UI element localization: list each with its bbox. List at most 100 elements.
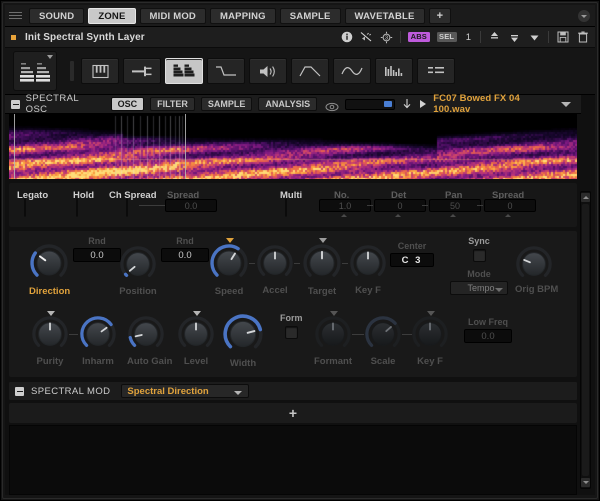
tab-sample[interactable]: SAMPLE xyxy=(280,8,341,24)
playhead-marker[interactable] xyxy=(185,114,186,179)
chevron-down-icon[interactable] xyxy=(561,102,571,107)
polyphony-icon[interactable]: 3 xyxy=(380,31,393,44)
knob-dial[interactable] xyxy=(29,243,70,283)
sample-filename[interactable]: FC07 Bowed FX 04 100.wav xyxy=(433,93,555,115)
knob-dial[interactable] xyxy=(31,315,69,353)
knob-label: Orig BPM xyxy=(515,284,558,295)
knob-inharm[interactable]: Inharm xyxy=(79,315,117,367)
knob-dial[interactable] xyxy=(302,243,342,283)
lfo-wave-icon[interactable] xyxy=(333,58,371,84)
spectral-bars-icon[interactable] xyxy=(165,58,203,84)
collapse-icon[interactable] xyxy=(15,387,24,396)
knob-key-f[interactable]: Key F xyxy=(349,244,387,296)
knob-width[interactable]: Width xyxy=(222,313,264,369)
rnd-position-field[interactable]: 0.0 xyxy=(161,248,209,262)
knob-dial[interactable] xyxy=(256,244,294,282)
tab-filter[interactable]: FILTER xyxy=(150,97,195,111)
mute-icon[interactable] xyxy=(360,31,373,44)
knob-dial[interactable] xyxy=(119,245,157,283)
knob-dial[interactable] xyxy=(314,315,352,353)
mod-matrix-icon[interactable] xyxy=(417,58,455,84)
mode-select[interactable]: Tempo xyxy=(450,281,508,295)
tab-mapping[interactable]: MAPPING xyxy=(210,8,276,24)
hamburger-icon[interactable] xyxy=(9,10,23,22)
chevron-down-icon[interactable] xyxy=(578,10,590,22)
knob-formant[interactable]: Formant xyxy=(314,315,352,367)
knob-dial[interactable] xyxy=(515,245,558,283)
play-icon[interactable] xyxy=(419,99,427,109)
tab-wavetable[interactable]: WAVETABLE xyxy=(345,8,425,24)
knob-scale[interactable]: Scale xyxy=(364,315,402,367)
knob-dial[interactable] xyxy=(364,315,402,353)
scroll-down-icon[interactable] xyxy=(581,478,590,487)
transpose-up-icon[interactable] xyxy=(488,31,501,44)
trash-icon[interactable] xyxy=(576,31,589,44)
knob-label: Width xyxy=(222,358,264,369)
tab-osc[interactable]: OSC xyxy=(111,97,145,111)
center-field[interactable]: C 3 xyxy=(390,253,434,267)
status-badge-abs[interactable]: ABS xyxy=(408,32,429,42)
knob-position[interactable]: Position xyxy=(119,245,157,297)
knob-direction[interactable]: Direction xyxy=(29,243,70,297)
ch-spread-checkbox[interactable] xyxy=(126,198,128,217)
zone-overview-icon[interactable] xyxy=(13,51,57,91)
rnd-position-group: Rnd 0.0 xyxy=(161,236,209,262)
spread-field[interactable]: 0.0 xyxy=(165,199,217,212)
tab-sound[interactable]: SOUND xyxy=(29,8,84,24)
hold-checkbox[interactable] xyxy=(76,198,78,217)
knob-dial[interactable] xyxy=(222,313,264,355)
tab-midi-mod[interactable]: MIDI MOD xyxy=(140,8,206,24)
multi-det-field[interactable]: 0 xyxy=(374,199,426,212)
amplifier-icon[interactable] xyxy=(249,58,287,84)
scroll-up-icon[interactable] xyxy=(581,193,590,202)
knob-orig-bpm[interactable]: Orig BPM xyxy=(515,245,558,295)
load-sample-icon[interactable] xyxy=(403,99,411,110)
step-modulator-icon[interactable] xyxy=(375,58,413,84)
multi-no-field[interactable]: 1.0 xyxy=(319,199,371,212)
knob-key-f-2[interactable]: Key F xyxy=(411,315,449,367)
legato-checkbox[interactable] xyxy=(24,198,26,217)
knob-dial[interactable] xyxy=(79,315,117,353)
tab-zone[interactable]: ZONE xyxy=(88,8,135,24)
vertical-scrollbar[interactable] xyxy=(580,191,591,489)
envelope-icon[interactable] xyxy=(207,58,245,84)
multi-checkbox[interactable] xyxy=(285,198,287,217)
knob-dial[interactable] xyxy=(349,244,387,282)
knob-purity[interactable]: Purity xyxy=(31,315,69,367)
rnd-direction-field[interactable]: 0.0 xyxy=(73,248,121,262)
spectral-mod-select[interactable]: Spectral Direction xyxy=(121,384,249,398)
knob-auto-gain[interactable]: Auto Gain xyxy=(127,315,172,367)
layer-value[interactable]: 1 xyxy=(464,32,473,43)
knob-dial[interactable] xyxy=(127,315,172,353)
knob-speed[interactable]: Speed xyxy=(209,243,249,297)
tuning-fork-icon[interactable] xyxy=(123,58,161,84)
spectrogram-display[interactable] xyxy=(9,114,577,179)
knob-dial[interactable] xyxy=(177,315,215,353)
sync-checkbox[interactable] xyxy=(473,249,486,262)
save-icon[interactable] xyxy=(556,31,569,44)
form-checkbox[interactable] xyxy=(285,326,298,339)
keyboard-icon[interactable] xyxy=(81,58,119,84)
knob-target[interactable]: Target xyxy=(302,243,342,297)
knob-level[interactable]: Level xyxy=(177,315,215,367)
zoom-slider[interactable] xyxy=(345,99,395,110)
status-badge-sel[interactable]: SEL xyxy=(437,32,457,42)
collapse-icon[interactable] xyxy=(11,100,20,109)
filter-curve-icon[interactable] xyxy=(291,58,329,84)
eye-icon[interactable] xyxy=(325,99,339,110)
multi-pan-field[interactable]: 50 xyxy=(429,199,481,212)
knob-accel[interactable]: Accel xyxy=(256,244,294,296)
transpose-down-icon[interactable] xyxy=(508,31,521,44)
multi-spread-field[interactable]: 0 xyxy=(484,199,536,212)
knob-dial[interactable] xyxy=(209,243,249,283)
knob-dial[interactable] xyxy=(411,315,449,353)
chevron-down-icon[interactable] xyxy=(528,31,541,44)
add-modulation-button[interactable]: + xyxy=(9,403,577,423)
add-tab-button[interactable]: + xyxy=(429,8,452,24)
scrollbar-thumb[interactable] xyxy=(582,204,589,476)
playhead-start[interactable] xyxy=(14,114,15,179)
tab-analysis[interactable]: ANALYSIS xyxy=(258,97,317,111)
low-freq-field[interactable]: 0.0 xyxy=(464,329,512,343)
tab-sample[interactable]: SAMPLE xyxy=(201,97,253,111)
info-icon[interactable] xyxy=(340,31,353,44)
